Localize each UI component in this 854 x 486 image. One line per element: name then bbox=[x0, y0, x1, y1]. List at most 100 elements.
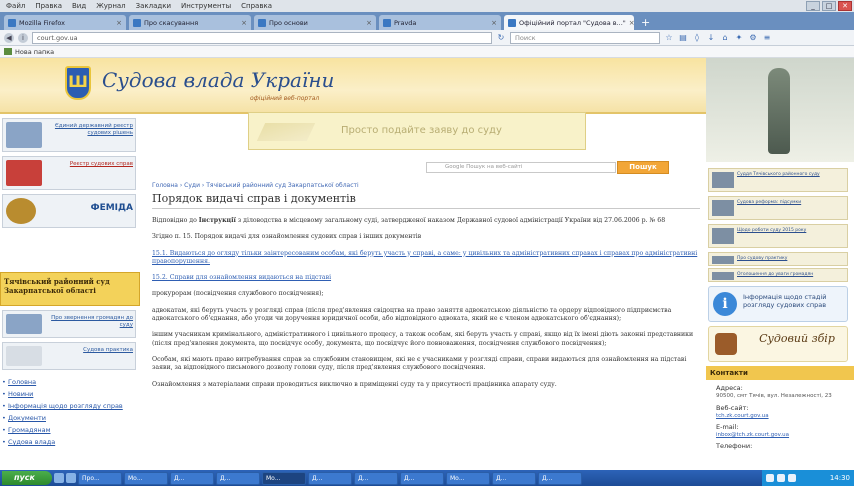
taskbar-button[interactable]: Д... bbox=[308, 471, 352, 485]
menu-file[interactable]: Файл bbox=[6, 2, 25, 10]
star-icon[interactable]: ☆ bbox=[664, 33, 674, 43]
settings-icon[interactable]: ⚙ bbox=[748, 33, 758, 43]
news-item[interactable]: Судова реформа: підсумки bbox=[708, 196, 848, 220]
menu-edit[interactable]: Правка bbox=[35, 2, 62, 10]
taskbar-button[interactable]: Мо... bbox=[446, 471, 490, 485]
tab-1[interactable]: Mozilla Firefox × bbox=[4, 15, 126, 30]
tab-3[interactable]: Про основи × bbox=[254, 15, 376, 30]
url-bar[interactable]: court.gov.ua bbox=[32, 31, 492, 44]
news-item[interactable]: Про судову практику bbox=[708, 252, 848, 266]
arrow-graphic bbox=[256, 123, 316, 141]
taskbar-button[interactable]: Мо... bbox=[262, 471, 306, 485]
new-tab-icon[interactable]: + bbox=[637, 16, 654, 30]
case-status-banner[interactable]: i Інформація щодо стадій розгляду судови… bbox=[708, 286, 848, 322]
nav-link-news[interactable]: Новини bbox=[0, 388, 140, 400]
breadcrumb[interactable]: Головна › Суди › Тячівський районний суд… bbox=[152, 182, 700, 189]
page-icon bbox=[8, 18, 16, 27]
home-icon[interactable]: ⌂ bbox=[720, 33, 730, 43]
bookmark-folder[interactable]: Нова папка bbox=[15, 46, 54, 58]
quick-launch-icon[interactable] bbox=[66, 473, 76, 483]
tab-4[interactable]: Pravda × bbox=[379, 15, 501, 30]
taskbar-button[interactable]: Д... bbox=[492, 471, 536, 485]
taskbar-button[interactable]: Д... bbox=[216, 471, 260, 485]
registry-banner[interactable]: Єдиний державний реєстр судових рішень bbox=[2, 118, 136, 152]
taskbar-button[interactable]: Мо... bbox=[124, 471, 168, 485]
menu-tools[interactable]: Инструменты bbox=[181, 2, 231, 10]
news-item[interactable]: Суддя Тячівського районного суду bbox=[708, 168, 848, 192]
menu-help[interactable]: Справка bbox=[241, 2, 272, 10]
news-text: Оголошення до уваги громадян bbox=[737, 272, 814, 277]
banner-text: Реєстр судових справ bbox=[69, 161, 133, 167]
tab-close-icon[interactable]: × bbox=[241, 19, 247, 27]
menu-icon[interactable]: ≡ bbox=[762, 33, 772, 43]
pocket-icon[interactable]: ◊ bbox=[692, 33, 702, 43]
site-search-input[interactable]: Google Пошук на веб-сайті bbox=[426, 162, 616, 173]
taskbar-button[interactable]: Д... bbox=[354, 471, 398, 485]
back-icon[interactable]: ◀ bbox=[4, 32, 14, 43]
info-icon[interactable]: i bbox=[18, 32, 28, 43]
network-icon[interactable] bbox=[766, 474, 774, 482]
slogan-banner[interactable]: Просто подайте заяву до суду bbox=[248, 112, 586, 150]
news-item[interactable]: Оголошення до уваги громадян bbox=[708, 268, 848, 282]
menu-history[interactable]: Журнал bbox=[96, 2, 125, 10]
paragraph-prosecutors: прокурорам (посвідчення службового посві… bbox=[152, 290, 324, 298]
intro-lead: Відповідно до bbox=[152, 217, 197, 224]
tab-close-icon[interactable]: × bbox=[491, 19, 497, 27]
taskbar-button[interactable]: Д... bbox=[538, 471, 582, 485]
close-icon[interactable]: ✕ bbox=[838, 1, 852, 11]
court-name[interactable]: Тячівський районний суд Закарпатської об… bbox=[0, 272, 140, 306]
nav-link-judiciary[interactable]: Судова влада bbox=[0, 436, 140, 448]
statue-figure bbox=[768, 68, 790, 154]
menu-bookmarks[interactable]: Закладки bbox=[136, 2, 171, 10]
site-title[interactable]: Судова влада України bbox=[102, 68, 334, 92]
nav-link-citizens[interactable]: Громадянам bbox=[0, 424, 140, 436]
tab-close-icon[interactable]: × bbox=[116, 19, 122, 27]
bookmarks-bar: Нова папка bbox=[0, 46, 854, 58]
page-icon bbox=[383, 18, 391, 27]
paragraph-participants: іншим учасникам кримінального, адміністр… bbox=[152, 331, 694, 347]
instruction-link[interactable]: Інструкції bbox=[199, 217, 236, 224]
taskbar-button[interactable]: Д... bbox=[170, 471, 214, 485]
cases-registry-banner[interactable]: Реєстр судових справ bbox=[2, 156, 136, 190]
taskbar-button[interactable]: Про... bbox=[78, 471, 122, 485]
start-button[interactable]: пуск bbox=[2, 471, 52, 485]
tab-2[interactable]: Про скасування × bbox=[129, 15, 251, 30]
browser-search-input[interactable]: Поиск bbox=[510, 31, 660, 44]
library-icon[interactable]: ▤ bbox=[678, 33, 688, 43]
taskbar-button[interactable]: Д... bbox=[400, 471, 444, 485]
nav-link-home[interactable]: Головна bbox=[0, 376, 140, 388]
practice-banner[interactable]: Судова практика bbox=[2, 342, 136, 370]
page-icon bbox=[133, 18, 141, 27]
email-link[interactable]: inbox@tch.zk.court.gov.ua bbox=[706, 431, 854, 438]
femida-banner[interactable]: ФЕМІДА bbox=[2, 194, 136, 228]
news-item[interactable]: Щодо роботи суду 2015 року bbox=[708, 224, 848, 248]
menu-view[interactable]: Вид bbox=[72, 2, 86, 10]
court-fee-text: Судовий збір bbox=[759, 332, 835, 345]
website-link[interactable]: tch.zk.court.gov.ua bbox=[706, 412, 854, 419]
paragraph-15-1[interactable]: 15.1. Видаються до огляду тільки заінтер… bbox=[152, 250, 700, 267]
paragraph-15-2[interactable]: 15.2. Справи для ознайомлення видаються … bbox=[152, 274, 700, 282]
contacts-panel: Контакти Адреса: 90500, смт Тячів, вул. … bbox=[706, 366, 854, 470]
court-fee-banner[interactable]: Судовий збір bbox=[708, 326, 848, 362]
citizens-banner[interactable]: Про звернення громадян до суду bbox=[2, 310, 136, 338]
download-icon[interactable]: ↓ bbox=[706, 33, 716, 43]
reload-icon[interactable]: ↻ bbox=[496, 33, 506, 43]
addon-icon[interactable]: ✦ bbox=[734, 33, 744, 43]
tab-close-icon[interactable]: × bbox=[366, 19, 372, 27]
left-sidebar: Єдиний державний реєстр судових рішень Р… bbox=[0, 114, 140, 470]
language-icon[interactable] bbox=[788, 474, 796, 482]
volume-icon[interactable] bbox=[777, 474, 785, 482]
tab-active[interactable]: Офіційний портал "Судова в..." × bbox=[504, 15, 634, 30]
site-search-button[interactable]: Пошук bbox=[617, 161, 669, 174]
clock[interactable]: 14:30 bbox=[830, 474, 854, 482]
nav-link-documents[interactable]: Документи bbox=[0, 412, 140, 424]
left-nav-links: Головна Новини Інформація щодо розгляду … bbox=[0, 376, 140, 448]
maximize-icon[interactable]: □ bbox=[822, 1, 836, 11]
tab-close-icon[interactable]: × bbox=[629, 19, 634, 27]
nav-link-cases-info[interactable]: Інформація щодо розгляду справ bbox=[0, 400, 140, 412]
right-sidebar: Суддя Тячівського районного суду Судова … bbox=[706, 168, 854, 470]
banner-image bbox=[6, 314, 42, 334]
menu-bar: Файл Правка Вид Журнал Закладки Инструме… bbox=[0, 0, 854, 12]
quick-launch-icon[interactable] bbox=[54, 473, 64, 483]
minimize-icon[interactable]: _ bbox=[806, 1, 820, 11]
